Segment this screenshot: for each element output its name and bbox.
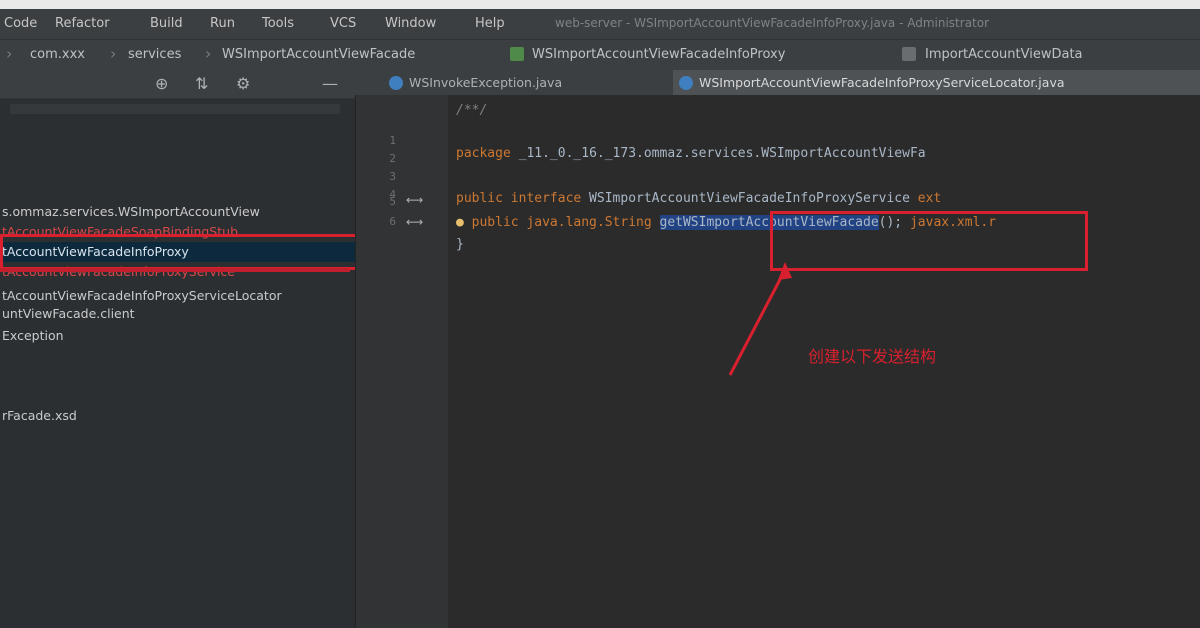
class-icon (679, 76, 693, 90)
highlight-box-code (770, 211, 1088, 271)
navigation-bar: › com.xxx › services › WSImportAccountVi… (0, 39, 1200, 71)
breadcrumb-package[interactable]: com.xxx (30, 47, 85, 62)
menu-bar: Code Refactor Build Run Tools VCS Window… (0, 9, 1200, 39)
keyword-public-interface: public interface (456, 191, 582, 206)
tab-service-locator[interactable]: WSImportAccountViewFacadeInfoProxyServic… (673, 70, 1200, 95)
implementation-icon[interactable]: ⟷ (406, 193, 423, 207)
breadcrumb-data[interactable]: ImportAccountViewData (925, 47, 1083, 62)
tab-wsinvokeexception[interactable]: WSInvokeException.java (383, 70, 643, 95)
tree-item-service-locator[interactable]: tAccountViewFacadeInfoProxyServiceLocato… (0, 286, 355, 306)
keyword-public-type: public java.lang.String (471, 215, 652, 230)
line-number: 3 (389, 170, 396, 183)
menu-help[interactable]: Help (475, 16, 505, 31)
code-line-package: package _11._0._16._173.ommaz.services.W… (456, 146, 926, 161)
breadcrumb-proxy[interactable]: WSImportAccountViewFacadeInfoProxy (532, 47, 785, 62)
implementation-icon[interactable]: ⟷ (406, 215, 423, 229)
menu-run[interactable]: Run (210, 16, 235, 31)
collapse-icon[interactable]: ⇅ (195, 74, 208, 93)
highlight-underline-tree (0, 268, 350, 272)
line-number: 1 (389, 134, 396, 147)
menu-refactor[interactable]: Refactor (55, 16, 110, 31)
package-name: _11._0._16._173.ommaz.services.WSImportA… (510, 146, 926, 161)
sidebar-path (10, 104, 340, 114)
breadcrumb-facade[interactable]: WSImportAccountViewFacade (222, 47, 415, 62)
locate-icon[interactable]: ⊕ (155, 74, 168, 93)
separator-icon: › (110, 44, 117, 63)
bulb-icon[interactable]: ● (456, 215, 464, 230)
gear-icon[interactable]: ⚙ (236, 74, 250, 93)
separator-icon: › (6, 44, 13, 63)
line-number: 5 (389, 195, 396, 208)
class-icon (902, 47, 916, 61)
line-number: 6 (389, 215, 396, 228)
sidebar-toolbar: ⊕ ⇅ ⚙ — (0, 70, 355, 99)
keyword-extends: ext (917, 191, 942, 206)
code-line-interface: public interface WSImportAccountViewFaca… (456, 191, 941, 206)
project-sidebar: ⊕ ⇅ ⚙ — s.ommaz.services.WSImportAccount… (0, 70, 355, 628)
annotation-text: 创建以下发送结构 (808, 347, 937, 366)
menu-vcs[interactable]: VCS (330, 16, 356, 31)
highlight-box-tree (0, 234, 360, 270)
code-line-close: } (456, 237, 464, 252)
class-icon (389, 76, 403, 90)
tab-label: WSInvokeException.java (409, 75, 563, 90)
menu-window[interactable]: Window (385, 16, 436, 31)
line-number: 2 (389, 152, 396, 165)
window-top-strip (0, 0, 1200, 9)
menu-build[interactable]: Build (150, 16, 183, 31)
keyword-package: package (456, 146, 511, 161)
breadcrumb-services[interactable]: services (128, 47, 181, 62)
interface-icon (510, 47, 524, 61)
tree-item-client[interactable]: untViewFacade.client (0, 304, 355, 324)
editor-tab-bar: WSInvokeException.java WSImportAccountVi… (355, 70, 1200, 96)
code-line-comment: /**/ (456, 103, 488, 118)
window-title: web-server - WSImportAccountViewFacadeIn… (555, 16, 990, 30)
hide-icon[interactable]: — (322, 74, 338, 93)
menu-code[interactable]: Code (4, 16, 37, 31)
tree-item-package[interactable]: s.ommaz.services.WSImportAccountView (0, 202, 355, 222)
tree-item-exception[interactable]: Exception (0, 326, 355, 346)
tab-label: WSImportAccountViewFacadeInfoProxyServic… (699, 75, 1065, 90)
interface-name: WSImportAccountViewFacadeInfoProxyServic… (581, 191, 918, 206)
editor-gutter: 1 2 3 4 5 6 ⟷ ⟷ (355, 95, 448, 628)
tree-item-xsd[interactable]: rFacade.xsd (0, 406, 355, 426)
menu-tools[interactable]: Tools (262, 16, 294, 31)
separator-icon: › (205, 44, 212, 63)
